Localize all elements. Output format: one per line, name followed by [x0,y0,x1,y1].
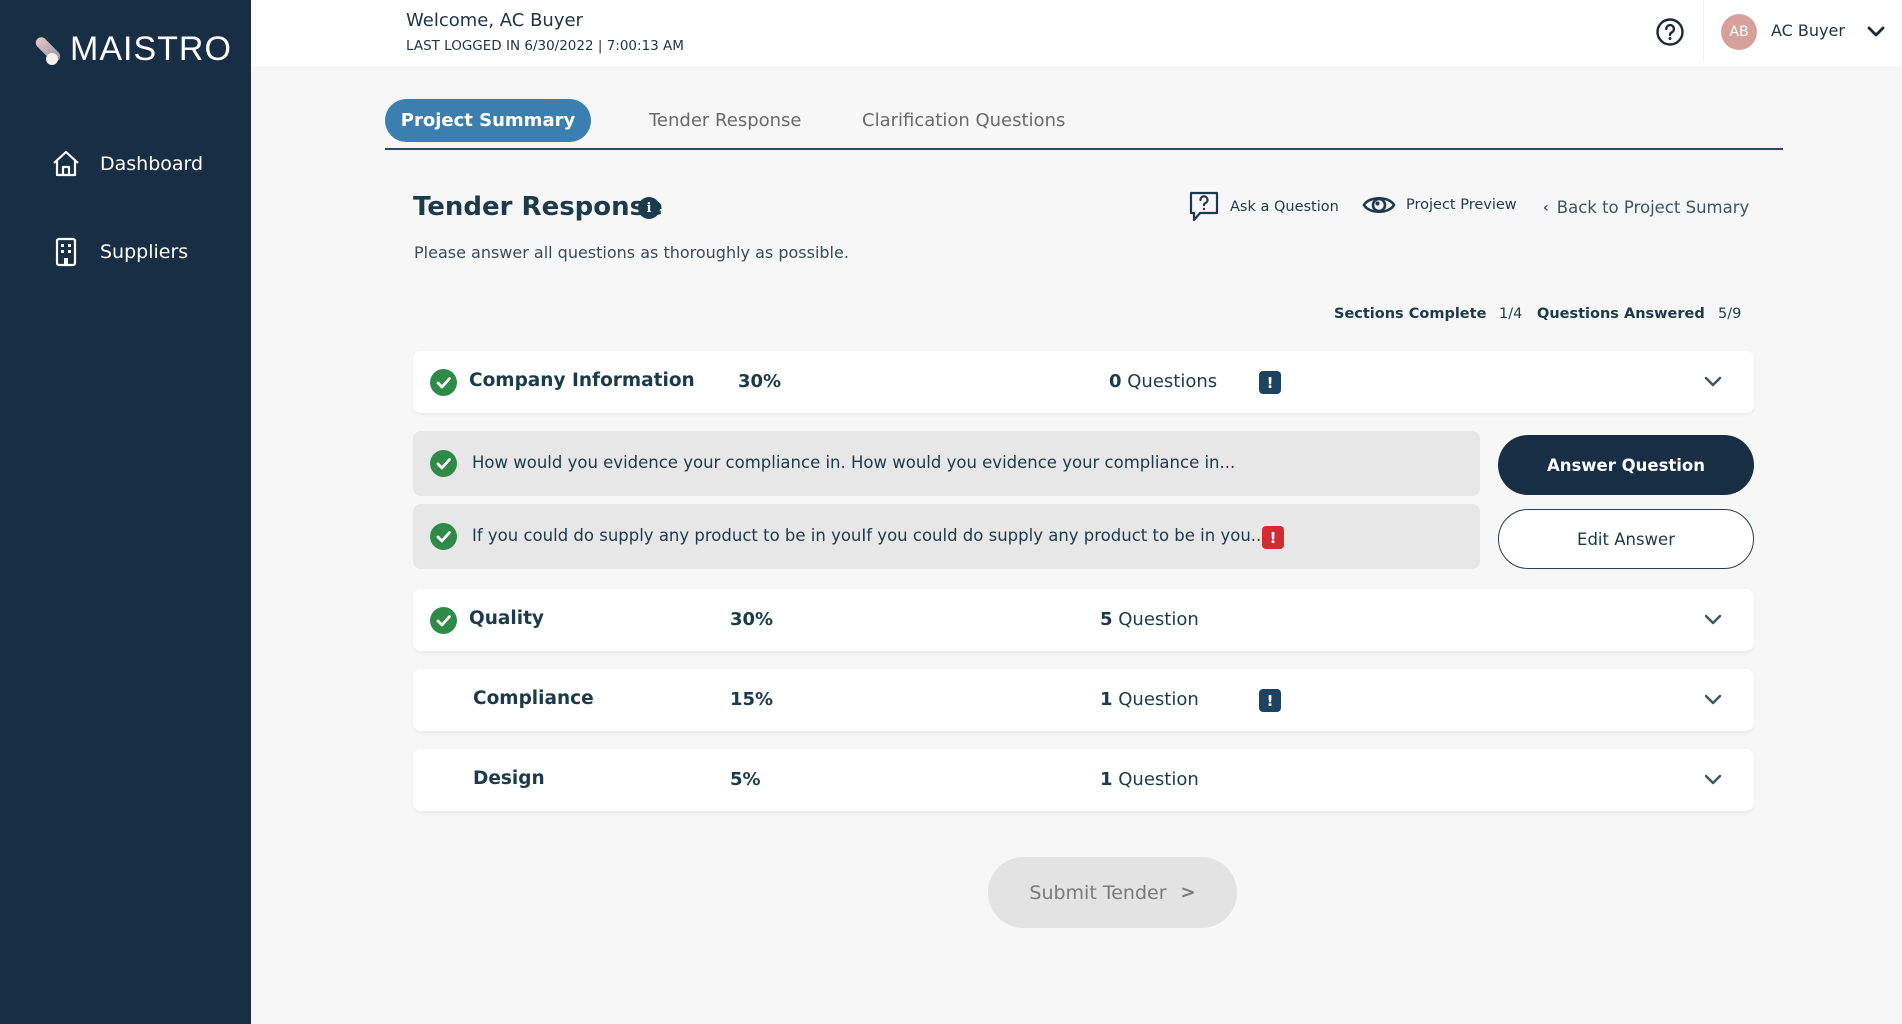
chevron-down-icon[interactable] [1703,611,1723,629]
question-row[interactable]: If you could do supply any product to be… [413,504,1480,569]
logo[interactable]: MAISTRO [30,30,232,69]
section-weight: 30% [738,371,782,392]
chevron-left-icon: ‹ [1543,199,1549,216]
sidebar-item-suppliers[interactable]: Suppliers [50,236,188,268]
section-question-count: 1 Question [1100,769,1199,790]
sections-complete-value: 1/4 [1499,306,1523,322]
check-circle-icon [430,523,457,550]
sidebar-item-dashboard[interactable]: Dashboard [50,148,203,180]
chevron-right-icon: > [1180,882,1196,903]
section-quality[interactable]: Quality 30% 5 Question [413,589,1754,651]
check-circle-icon [430,607,457,634]
sidebar-item-label: Dashboard [100,153,204,175]
page-subtitle: Please answer all questions as thoroughl… [414,243,849,262]
questions-answered-label: Questions Answered [1537,306,1705,322]
submit-tender-button[interactable]: Submit Tender > [988,857,1237,928]
eye-icon [1362,196,1396,214]
section-name: Design [473,768,545,789]
answer-question-button[interactable]: Answer Question [1498,435,1754,495]
chevron-down-icon[interactable] [1703,373,1723,391]
question-text: If you could do supply any product to be… [472,526,1267,545]
question-bubble-icon [1189,191,1219,222]
sections-complete-label: Sections Complete [1334,306,1487,322]
section-question-count: 5 Question [1100,609,1199,630]
section-weight: 15% [730,689,774,710]
chevron-down-icon[interactable] [1703,691,1723,709]
alert-icon: ! [1259,371,1281,394]
question-row[interactable]: How would you evidence your compliance i… [413,431,1480,496]
check-circle-icon [430,369,457,396]
section-name: Quality [469,608,544,629]
ask-question-label: Ask a Question [1230,199,1339,215]
tab-tender-response[interactable]: Tender Response [649,99,802,142]
section-question-count: 0 Questions [1109,371,1218,392]
last-login-text: LAST LOGGED IN 6/30/2022 | 7:00:13 AM [406,38,684,54]
section-name: Compliance [473,688,594,709]
section-design[interactable]: Design 5% 1 Question [413,749,1754,811]
section-name: Company Information [469,370,695,391]
sidebar: MAISTRO Dashboard Suppliers [0,0,251,1024]
alert-icon: ! [1262,526,1284,549]
submit-tender-label: Submit Tender [1029,881,1167,904]
edit-answer-button[interactable]: Edit Answer [1498,509,1754,569]
section-question-count: 1 Question [1100,689,1199,710]
user-name[interactable]: AC Buyer [1771,21,1845,40]
project-preview-label: Project Preview [1406,197,1517,213]
info-icon[interactable]: i [638,197,660,219]
top-bar: Welcome, AC Buyer LAST LOGGED IN 6/30/20… [251,0,1902,66]
back-label: Back to Project Sumary [1556,198,1750,217]
help-icon[interactable] [1655,17,1685,47]
back-to-project-summary-link[interactable]: ‹ Back to Project Sumary [1543,198,1749,217]
ask-question-link[interactable]: Ask a Question [1188,190,1339,224]
brand-name: MAISTRO [70,30,232,68]
tab-clarification-questions[interactable]: Clarification Questions [862,99,1065,142]
questions-answered-value: 5/9 [1718,306,1742,322]
divider [1703,0,1704,62]
section-compliance[interactable]: Compliance 15% 1 Question ! [413,669,1754,731]
project-preview-link[interactable]: Project Preview [1362,192,1517,218]
tab-project-summary[interactable]: Project Summary [385,99,591,142]
welcome-text: Welcome, AC Buyer [406,10,583,31]
home-icon [53,150,79,177]
section-weight: 5% [730,769,761,790]
question-text: How would you evidence your compliance i… [472,453,1236,472]
building-icon [55,237,77,267]
chevron-down-icon[interactable] [1703,771,1723,789]
sidebar-item-label: Suppliers [100,241,189,263]
section-company-information[interactable]: Company Information 30% 0 Questions ! [413,351,1754,413]
section-weight: 30% [730,609,774,630]
avatar[interactable]: AB [1721,14,1757,50]
chevron-down-icon[interactable] [1865,22,1887,42]
alert-icon: ! [1259,689,1281,712]
page-title: Tender Response [413,192,663,222]
tab-bar: Project Summary Tender Response Clarific… [385,99,1783,150]
logo-mark-icon [30,34,63,65]
check-circle-icon [430,450,457,477]
